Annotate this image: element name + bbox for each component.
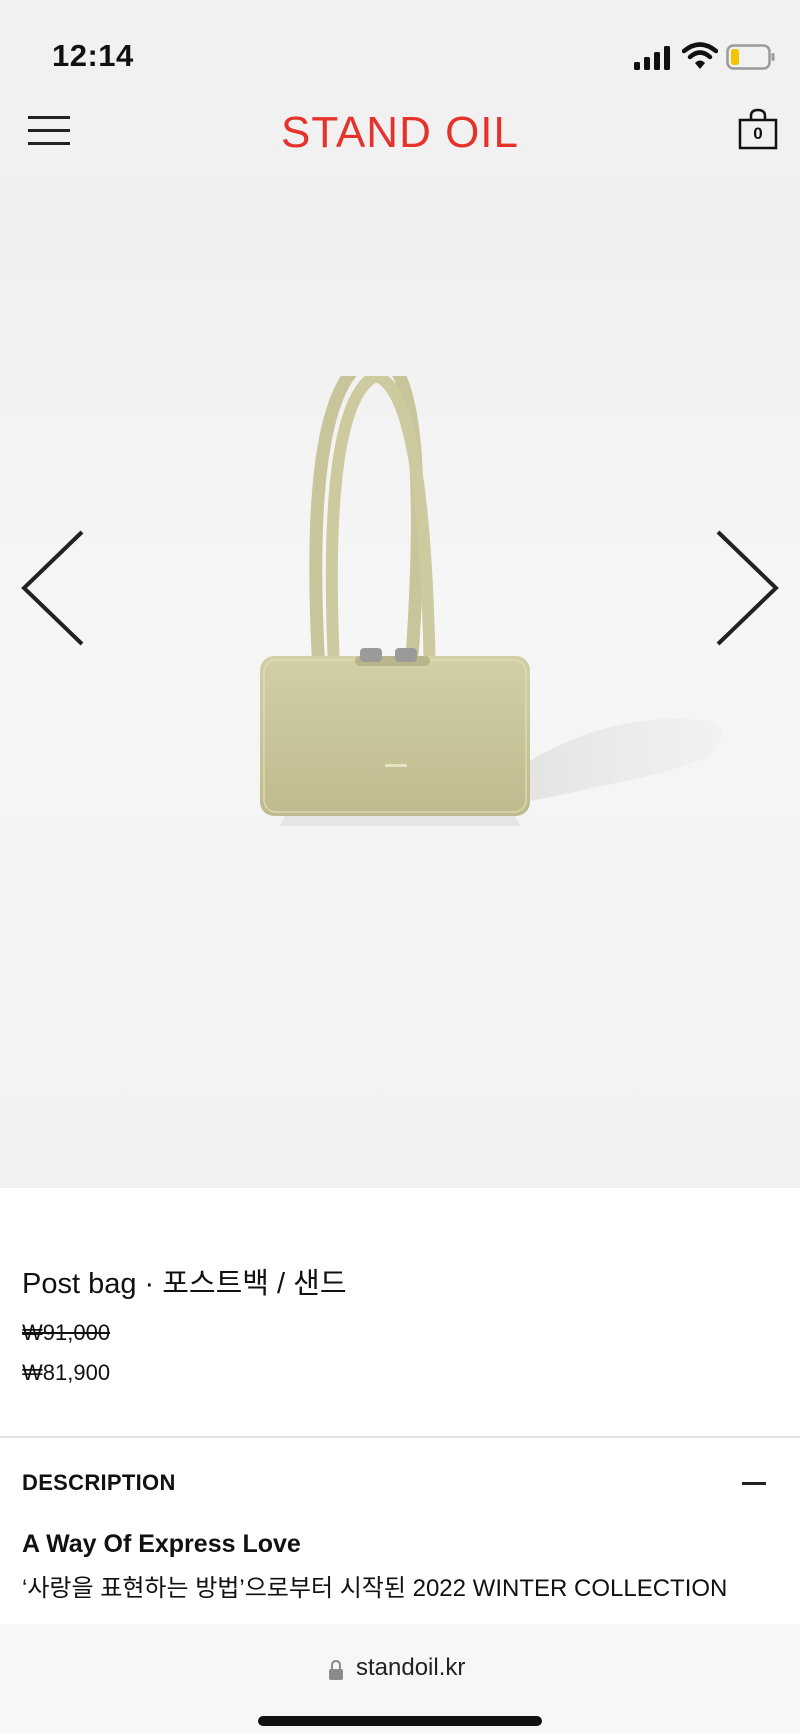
sale-price: ₩81,900	[22, 1360, 111, 1385]
site-header: STAND OIL 0	[0, 96, 800, 176]
description-text: ‘사랑을 표현하는 방법’으로부터 시작된 2022 WINTER COLLEC…	[22, 1575, 728, 1602]
description-title: A Way Of Express Love	[22, 1530, 301, 1558]
battery-icon	[726, 44, 775, 70]
lock-icon	[329, 1660, 343, 1680]
cart-count: 0	[753, 124, 763, 143]
status-bar: 12:14	[0, 0, 800, 106]
product-image-gallery[interactable]	[0, 176, 800, 1188]
description-header[interactable]: DESCRIPTION	[22, 1470, 176, 1496]
product-info: Post bag · 포스트백 / 샌드 ₩91,000 ₩81,900	[22, 1260, 782, 1386]
product-photo-bag	[260, 376, 723, 826]
divider	[0, 1436, 800, 1438]
home-indicator[interactable]	[258, 1716, 542, 1726]
chevron-right-icon[interactable]	[712, 526, 782, 650]
url-text[interactable]: standoil.kr	[356, 1654, 465, 1682]
product-title: Post bag · 포스트백 / 샌드	[22, 1268, 347, 1300]
original-price: ₩91,000	[22, 1320, 111, 1345]
wifi-icon	[682, 42, 718, 69]
browser-url-bar: standoil.kr	[0, 1624, 800, 1733]
signal-icon	[634, 46, 670, 70]
brand-logo[interactable]: STAND OIL	[0, 108, 800, 158]
status-time: 12:14	[52, 38, 134, 73]
collapse-icon[interactable]	[742, 1482, 766, 1485]
shopping-bag-icon[interactable]: 0	[738, 108, 778, 150]
chevron-left-icon[interactable]	[18, 526, 88, 650]
